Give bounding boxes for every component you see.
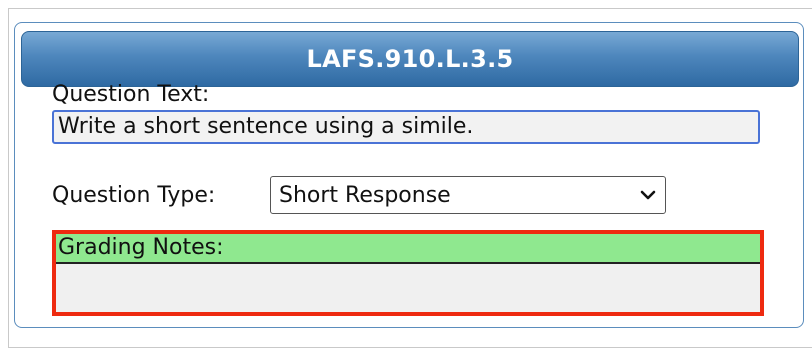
grading-notes-label: Grading Notes: [56, 234, 760, 264]
panel-title: LAFS.910.L.3.5 [306, 45, 514, 73]
question-text-label: Question Text: [52, 82, 210, 107]
chevron-down-icon [639, 186, 657, 204]
question-type-label: Question Type: [52, 183, 216, 208]
question-type-selected-value: Short Response [279, 182, 451, 208]
grading-notes-highlight: Grading Notes: [52, 230, 764, 316]
grading-notes-input[interactable] [56, 266, 760, 312]
question-text-input[interactable]: Write a short sentence using a simile. [52, 110, 760, 144]
panel-header: LAFS.910.L.3.5 [21, 31, 799, 87]
question-type-select[interactable]: Short Response [270, 176, 666, 214]
